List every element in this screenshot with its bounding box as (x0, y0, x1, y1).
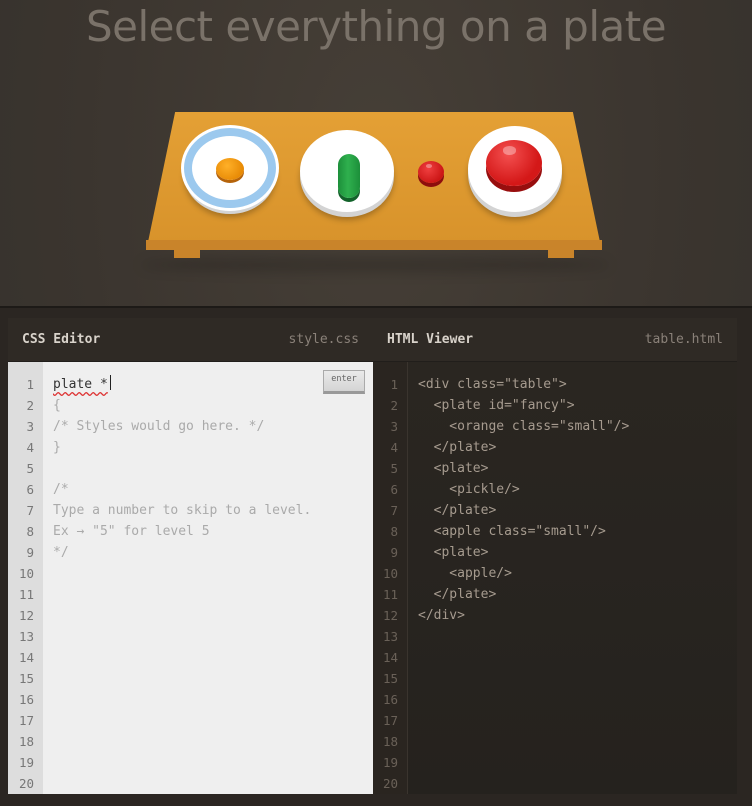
text-caret (109, 375, 111, 390)
line-number: 4 (390, 440, 398, 455)
line-number: 17 (18, 713, 34, 728)
line-number: 18 (18, 734, 34, 749)
plate-fancy[interactable] (184, 128, 276, 208)
enter-button[interactable]: enter (323, 370, 365, 394)
line-number: 19 (382, 755, 398, 770)
html-markup-line[interactable]: <plate> (418, 542, 629, 563)
css-selector-input[interactable]: plate * (53, 377, 108, 392)
line-number: 14 (18, 650, 34, 665)
table-edge (146, 240, 602, 250)
line-number: 16 (382, 692, 398, 707)
line-number: 7 (26, 503, 34, 518)
line-number: 9 (390, 545, 398, 560)
orange-small[interactable] (216, 158, 244, 180)
css-line-numbers: 1 2 3 4 5 6 7 8 9 10 11 12 13 14 15 16 17 18 19 20 (8, 362, 43, 794)
line-number: 6 (390, 482, 398, 497)
html-markup-line[interactable]: </plate> (418, 437, 629, 458)
html-markup-line[interactable]: <plate> (418, 458, 629, 479)
html-markup-line[interactable]: <apple/> (418, 563, 629, 584)
html-markup-line[interactable]: <orange class="small"/> (418, 416, 629, 437)
plate-pickle[interactable] (300, 130, 394, 212)
line-number: 5 (26, 461, 34, 476)
line-number: 5 (390, 461, 398, 476)
line-number: 6 (26, 482, 34, 497)
line-number: 10 (18, 566, 34, 581)
line-number: 12 (18, 608, 34, 623)
line-number: 2 (390, 398, 398, 413)
apple-small[interactable] (418, 161, 444, 183)
line-number: 8 (390, 524, 398, 539)
css-editor-title: CSS Editor (22, 332, 101, 347)
html-markup-line[interactable]: <pickle/> (418, 479, 629, 500)
line-number: 16 (18, 692, 34, 707)
line-number: 15 (18, 671, 34, 686)
html-markup-line[interactable]: <plate id="fancy"> (418, 395, 629, 416)
line-number: 11 (382, 587, 398, 602)
line-number: 7 (390, 503, 398, 518)
html-markup-line[interactable]: <apple class="small"/> (418, 521, 629, 542)
line-number: 3 (390, 419, 398, 434)
table-shadow (140, 258, 610, 272)
line-number: 1 (390, 377, 398, 392)
line-number: 18 (382, 734, 398, 749)
html-viewer-title: HTML Viewer (387, 332, 474, 347)
line-number: 15 (382, 671, 398, 686)
line-number: 20 (18, 776, 34, 791)
css-editor: 1 2 3 4 5 6 7 8 9 10 11 12 13 14 15 16 17 18 19 20 plate * … (8, 362, 373, 794)
line-number: 19 (18, 755, 34, 770)
table-leg-left (174, 248, 200, 258)
line-number: 8 (26, 524, 34, 539)
html-markup-line[interactable]: </div> (418, 605, 629, 626)
line-number: 9 (26, 545, 34, 560)
css-code: plate * { /* Styles would go here. */ } … (53, 374, 311, 563)
html-markup-line[interactable]: </plate> (418, 500, 629, 521)
html-markup-line[interactable]: <div class="table"> (418, 374, 629, 395)
line-number: 10 (382, 566, 398, 581)
apple[interactable] (486, 140, 542, 186)
line-number: 11 (18, 587, 34, 602)
line-number: 13 (382, 629, 398, 644)
css-editor-filename: style.css (288, 332, 359, 347)
html-viewer-filename: table.html (644, 332, 723, 347)
line-number: 17 (382, 713, 398, 728)
line-number: 14 (382, 650, 398, 665)
table-leg-right (548, 248, 574, 258)
html-viewer-header: HTML Viewer table.html (373, 318, 737, 362)
line-number: 20 (382, 776, 398, 791)
table (140, 112, 610, 272)
pickle[interactable] (338, 154, 360, 198)
css-static-code: { /* Styles would go here. */ } /* Type … (53, 398, 312, 560)
line-number: 2 (26, 398, 34, 413)
html-line-numbers: 1 2 3 4 5 6 7 8 9 10 11 12 13 14 15 16 17 18 19 20 (373, 362, 408, 794)
plate-apple[interactable] (468, 126, 562, 212)
css-editor-header: CSS Editor style.css (8, 318, 373, 362)
level-instruction: Select everything on a plate (85, 2, 667, 51)
html-viewer: 1 2 3 4 5 6 7 8 9 10 11 12 13 14 15 16 17 18 19 20 <div cla… (373, 362, 737, 794)
editor-panel: CSS Editor style.css HTML Viewer table.h… (0, 306, 752, 806)
line-number: 1 (26, 377, 34, 392)
line-number: 4 (26, 440, 34, 455)
html-markup-line[interactable]: </plate> (418, 584, 629, 605)
html-markup: <div class="table"> <plate id="fancy"> <… (418, 374, 629, 626)
line-number: 3 (26, 419, 34, 434)
line-number: 12 (382, 608, 398, 623)
line-number: 13 (18, 629, 34, 644)
